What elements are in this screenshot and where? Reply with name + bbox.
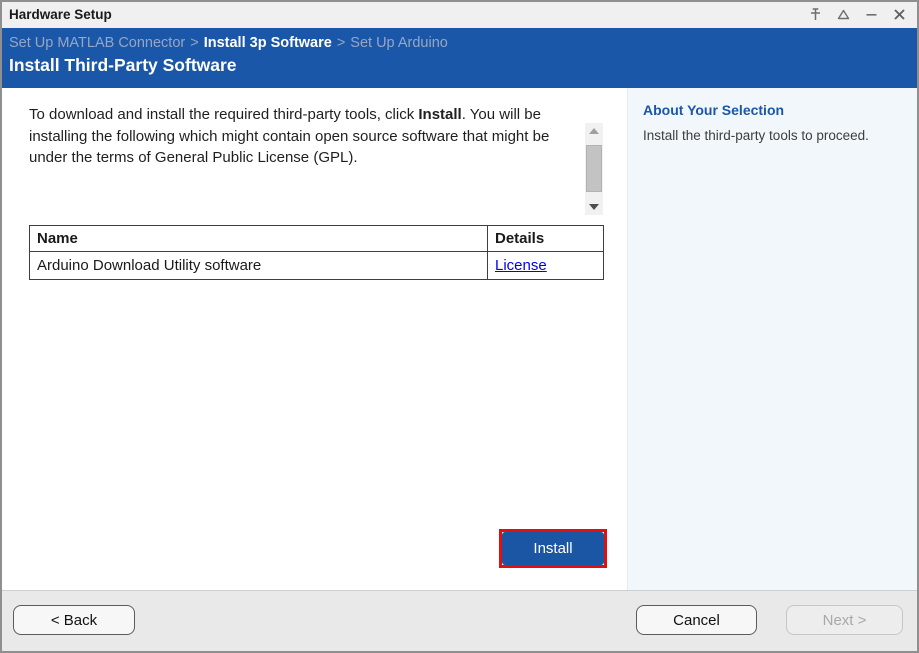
cancel-button[interactable]: Cancel [636, 605, 757, 635]
back-button[interactable]: < Back [13, 605, 135, 635]
next-button: Next > [786, 605, 903, 635]
footer-buttons: < Back Cancel Next > [0, 0, 919, 653]
hardware-setup-window: Hardware Setup Set Up MATLAB Connector>I… [0, 0, 919, 653]
